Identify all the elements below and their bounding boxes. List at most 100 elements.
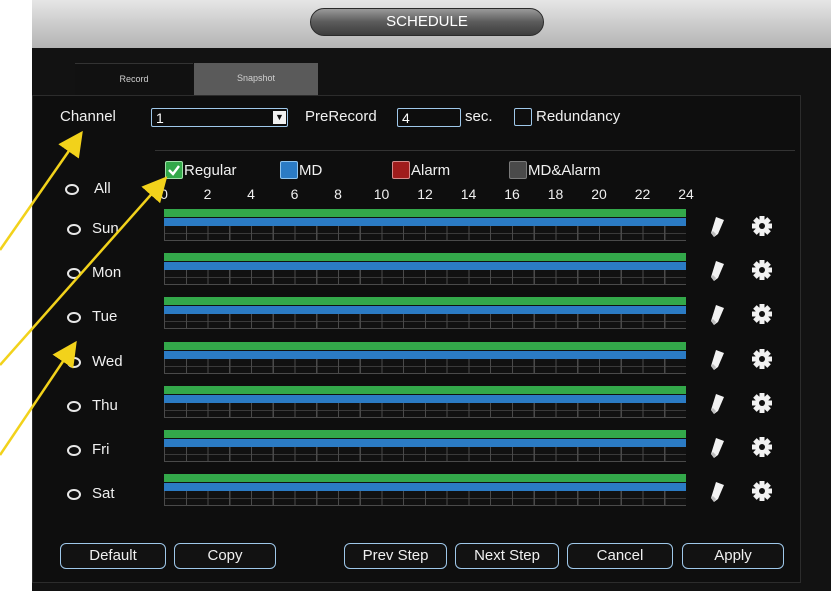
gear-icon[interactable]: [751, 480, 773, 507]
regular-segment: [164, 297, 686, 306]
hour-tick: 6: [290, 186, 299, 202]
hour-grid: [164, 491, 686, 507]
chevron-down-icon[interactable]: ▼: [273, 111, 286, 124]
day-label: Thu: [92, 396, 118, 414]
day-label: Sun: [92, 220, 119, 237]
day-label: Tue: [92, 308, 118, 326]
legend-md-alarm-label: MD&Alarm: [528, 162, 601, 179]
pencil-icon[interactable]: [708, 304, 726, 331]
day-radio-0[interactable]: [67, 224, 81, 235]
regular-segment: [164, 385, 686, 394]
legend-alarm-label: Alarm: [411, 162, 451, 179]
apply-button[interactable]: Apply: [682, 543, 784, 569]
day-schedule-bar[interactable]: [164, 474, 686, 507]
regular-segment: [164, 341, 686, 350]
alarm-checkbox[interactable]: [392, 161, 410, 179]
md-segment: [164, 439, 686, 447]
regular-segment: [164, 209, 686, 217]
day-radio-5[interactable]: [67, 445, 81, 456]
pencil-icon[interactable]: [708, 260, 726, 287]
hour-tick: 10: [373, 186, 390, 202]
tab-snapshot[interactable]: Snapshot: [194, 63, 318, 95]
md-segment: [164, 218, 686, 226]
sec-label: sec.: [465, 108, 493, 125]
md-segment: [164, 350, 686, 359]
prev-step-button[interactable]: Prev Step: [344, 543, 447, 569]
day-label: Mon: [92, 264, 122, 282]
day-label: Wed: [92, 352, 123, 370]
pencil-icon[interactable]: [708, 216, 726, 243]
hour-tick: 4: [247, 186, 255, 202]
regular-checkbox[interactable]: [165, 161, 183, 179]
md-segment: [164, 306, 686, 315]
md-alarm-checkbox[interactable]: [509, 161, 527, 179]
default-button[interactable]: Default: [60, 543, 166, 569]
hour-tick: 22: [634, 186, 651, 202]
hour-tick: 24: [678, 186, 694, 202]
hour-grid: [164, 447, 686, 462]
day-schedule-bar[interactable]: [164, 209, 686, 241]
title-bar: SCHEDULE: [32, 0, 831, 48]
tab-record[interactable]: Record: [75, 63, 193, 96]
gear-icon[interactable]: [751, 215, 773, 242]
divider: [155, 150, 795, 151]
day-schedule-bar[interactable]: [164, 430, 686, 462]
day-radio-3[interactable]: [67, 356, 81, 368]
grid-line: [164, 416, 686, 418]
gear-icon[interactable]: [751, 259, 773, 286]
gear-icon[interactable]: [751, 436, 773, 463]
next-step-button[interactable]: Next Step: [455, 543, 559, 569]
gear-icon[interactable]: [751, 392, 773, 419]
prerecord-input[interactable]: 4: [397, 108, 461, 127]
md-segment: [164, 394, 686, 403]
pencil-icon[interactable]: [708, 437, 726, 464]
window-title: SCHEDULE: [310, 8, 544, 36]
hour-tick: 0: [160, 186, 168, 202]
day-label: Fri: [92, 441, 110, 458]
pencil-icon[interactable]: [708, 481, 726, 508]
check-icon: [168, 165, 180, 176]
day-radio-4[interactable]: [67, 400, 81, 412]
copy-button[interactable]: Copy: [174, 543, 276, 569]
all-days-label: All: [94, 180, 111, 197]
hour-grid: [164, 270, 686, 286]
hour-grid: [164, 314, 686, 330]
hour-grid: [164, 358, 686, 374]
hour-grid: [164, 402, 686, 418]
regular-segment: [164, 253, 686, 262]
day-schedule-bar[interactable]: [164, 253, 686, 286]
md-segment: [164, 262, 686, 271]
legend-md-label: MD: [299, 162, 323, 179]
prerecord-label: PreRecord: [305, 108, 377, 125]
hour-tick: 18: [547, 186, 564, 202]
redundancy-label: Redundancy: [536, 108, 621, 125]
day-schedule-bar[interactable]: [164, 341, 686, 374]
cancel-button[interactable]: Cancel: [567, 543, 673, 569]
md-segment: [164, 483, 686, 492]
channel-label: Channel: [60, 108, 116, 125]
channel-select[interactable]: 1: [151, 108, 288, 127]
redundancy-checkbox[interactable]: [514, 108, 532, 126]
hour-grid: [164, 226, 686, 241]
grid-line: [164, 505, 686, 507]
hour-tick: 16: [504, 186, 520, 202]
legend-regular-label: Regular: [184, 162, 237, 179]
grid-line: [164, 328, 686, 330]
gear-icon[interactable]: [751, 303, 773, 330]
day-schedule-bar[interactable]: [164, 297, 686, 330]
gear-icon[interactable]: [751, 348, 773, 375]
day-schedule-bar[interactable]: [164, 385, 686, 418]
all-days-radio[interactable]: [65, 184, 79, 195]
regular-segment: [164, 430, 686, 438]
grid-line: [164, 372, 686, 374]
day-label: Sat: [92, 485, 115, 503]
hour-tick: 14: [460, 186, 477, 202]
grid-line: [164, 461, 686, 462]
pencil-icon[interactable]: [708, 349, 726, 376]
md-checkbox[interactable]: [280, 161, 298, 179]
hour-tick: 2: [203, 186, 212, 202]
pencil-icon[interactable]: [708, 393, 726, 420]
grid-line: [164, 240, 686, 241]
grid-line: [164, 284, 686, 286]
hour-tick: 8: [334, 186, 342, 202]
